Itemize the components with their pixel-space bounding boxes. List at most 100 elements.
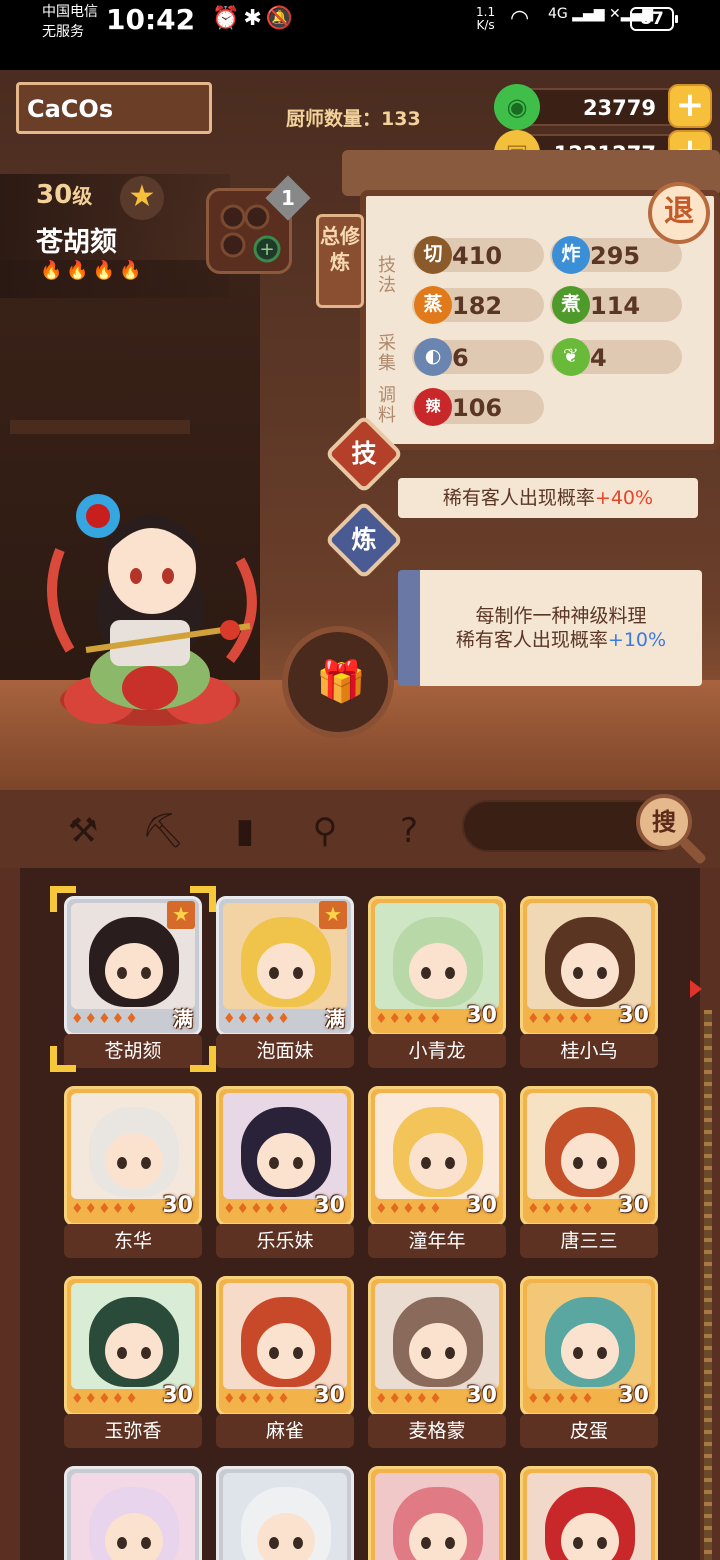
chef-name[interactable]: 小青龙	[368, 1034, 506, 1068]
bluetooth-icon: ✱	[243, 6, 266, 31]
chef-eye	[293, 1157, 303, 1169]
chef-face	[257, 1323, 315, 1379]
steam-icon: 蒸	[414, 286, 452, 324]
chef-portrait	[71, 1283, 195, 1389]
chef-portrait	[527, 1473, 651, 1560]
level-value: 30	[36, 180, 73, 210]
map-question-icon[interactable]: ?	[384, 806, 434, 856]
character-portrait[interactable]	[40, 450, 270, 730]
stat-steam: 蒸 182	[412, 286, 544, 324]
chef-portrait	[223, 1473, 347, 1560]
chef-face	[105, 1323, 163, 1379]
carrier-name: 中国电信	[42, 4, 98, 20]
alarm-icon: ⏰	[212, 6, 244, 31]
chef-flames: ♦♦♦♦♦	[71, 1201, 139, 1217]
chef-card[interactable]: ♦♦♦♦♦ 30	[520, 1276, 658, 1416]
chef-name[interactable]: 苍胡颏	[64, 1034, 202, 1068]
bonus-refine-value: +10%	[607, 629, 667, 651]
chef-name[interactable]: 桂小乌	[520, 1034, 658, 1068]
chef-card[interactable]: ♦♦♦♦♦ 30	[520, 896, 658, 1036]
chef-card[interactable]	[368, 1466, 506, 1560]
chef-card[interactable]	[64, 1466, 202, 1560]
chef-card[interactable]: ♦♦♦♦♦ 30	[368, 1086, 506, 1226]
cooking-utensil-icon[interactable]: ⚒	[58, 806, 108, 856]
chef-flames: ♦♦♦♦♦	[527, 1391, 595, 1407]
chef-eye	[573, 1157, 583, 1169]
chef-portrait	[223, 1283, 347, 1389]
search-button[interactable]: 搜	[636, 794, 692, 850]
chef-card[interactable]	[520, 1466, 658, 1560]
chef-name[interactable]: 乐乐妹	[216, 1224, 354, 1258]
chef-name[interactable]: 玉弥香	[64, 1414, 202, 1448]
stat-value: 6	[452, 344, 469, 372]
chef-eye	[117, 1537, 127, 1549]
chef-eye	[141, 1347, 151, 1359]
chef-card[interactable]: ♦♦♦♦♦ 满 ★	[64, 896, 202, 1036]
chef-eye	[597, 1537, 607, 1549]
chef-name[interactable]: 麻雀	[216, 1414, 354, 1448]
chef-card[interactable]: ♦♦♦♦♦ 30	[520, 1086, 658, 1226]
chef-eye	[445, 1157, 455, 1169]
chef-flames: ♦♦♦♦♦	[375, 1201, 443, 1217]
stat-fry: 炸 295	[550, 236, 682, 274]
character-illustration	[47, 494, 257, 726]
chef-eye	[269, 1347, 279, 1359]
stat-value: 295	[590, 242, 641, 270]
chef-eye	[597, 1157, 607, 1169]
chef-eye	[421, 967, 431, 979]
chef-level: 30	[466, 1193, 497, 1218]
exit-button[interactable]: 退	[648, 182, 710, 244]
chef-card[interactable]: ♦♦♦♦♦ 30	[216, 1276, 354, 1416]
chef-face	[257, 943, 315, 999]
chef-name[interactable]: 皮蛋	[520, 1414, 658, 1448]
chef-eye	[269, 1537, 279, 1549]
stat-value: 114	[590, 292, 641, 320]
chef-level: 30	[314, 1383, 345, 1408]
recipe-scroll-icon: 🎁	[316, 659, 366, 705]
chef-level: 30	[162, 1383, 193, 1408]
chef-eye	[573, 967, 583, 979]
selection-corner	[50, 886, 76, 912]
bonus-refine-text: 每制作一种神级料理 稀有客人出现概率+10%	[398, 570, 702, 686]
chef-name[interactable]: 东华	[64, 1224, 202, 1258]
chef-eye	[573, 1537, 583, 1549]
secret-recipe-button[interactable]: 🎁	[282, 626, 394, 738]
chef-card[interactable]: ♦♦♦♦♦ 满 ★	[216, 896, 354, 1036]
chef-count-label: 厨师数量：	[286, 108, 382, 130]
gather-label: 采集	[378, 333, 396, 374]
chef-card[interactable]: ♦♦♦♦♦ 30	[64, 1276, 202, 1416]
add-jade-button[interactable]: +	[668, 84, 712, 128]
shovel-icon[interactable]: ⛏	[138, 806, 188, 856]
chef-level: 30	[618, 1003, 649, 1028]
chef-name[interactable]: 唐三三	[520, 1224, 658, 1258]
jar-icon[interactable]: ▮	[220, 806, 270, 856]
stat-value: 410	[452, 242, 503, 270]
stat-value: 106	[452, 394, 503, 422]
chef-card[interactable]: ♦♦♦♦♦ 30	[64, 1086, 202, 1226]
chef-card[interactable]: ♦♦♦♦♦ 30	[368, 1276, 506, 1416]
chef-level: 30	[466, 1003, 497, 1028]
battery-indicator: 87	[630, 7, 678, 31]
player-name-box[interactable]: CaCOs	[16, 82, 212, 134]
selection-corner	[50, 1046, 76, 1072]
stat-value: 182	[452, 292, 503, 320]
chef-card[interactable]: ♦♦♦♦♦ 30	[368, 896, 506, 1036]
flame-icon: 🔥	[66, 260, 93, 281]
fish-icon: ◐	[414, 338, 452, 376]
chef-card[interactable]	[216, 1466, 354, 1560]
chef-portrait	[375, 903, 499, 1009]
scrollbar[interactable]	[704, 1010, 712, 1560]
chef-flames: ♦♦♦♦♦	[223, 1011, 291, 1027]
star-icon[interactable]: ★	[120, 176, 164, 220]
chef-name[interactable]: 潼年年	[368, 1224, 506, 1258]
chef-level: 30	[618, 1383, 649, 1408]
selection-corner	[190, 886, 216, 912]
chef-card[interactable]: ♦♦♦♦♦ 30	[216, 1086, 354, 1226]
chef-name[interactable]: 泡面妹	[216, 1034, 354, 1068]
chef-face	[561, 943, 619, 999]
network-speed: 1.1 K/s	[476, 6, 495, 32]
location-pin-icon[interactable]: ⚲	[300, 806, 350, 856]
total-refine-tag[interactable]: 总修炼	[316, 214, 364, 308]
chef-name[interactable]: 麦格蒙	[368, 1414, 506, 1448]
star-icon: ★	[319, 901, 347, 929]
